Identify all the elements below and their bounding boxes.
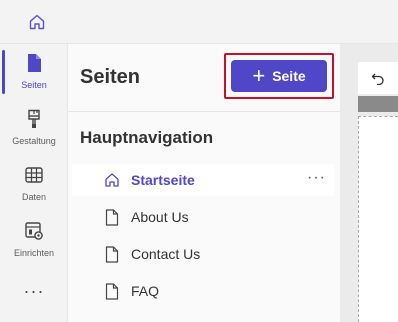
nav-item-label: About Us [131,209,189,225]
pages-panel: Seiten + Seite Hauptnavigation Startseit… [68,44,340,322]
home-button[interactable] [26,11,48,33]
nav-item-contact-us[interactable]: Contact Us [72,238,334,270]
rail-item-einrichten[interactable]: Einrichten [0,212,68,268]
home-icon [104,171,120,189]
rail-item-label: Daten [21,192,47,202]
active-indicator [2,50,5,94]
plus-icon: + [252,63,266,88]
undo-icon [371,73,384,85]
nav-item-label: Contact Us [131,246,201,262]
home-icon [29,14,45,30]
table-icon [23,164,45,186]
nav-item-startseite[interactable]: Startseite ··· [72,164,334,196]
page-icon [104,208,120,226]
add-page-button[interactable]: + Seite [231,60,327,92]
panel-title: Seiten [80,66,141,88]
paintbrush-icon [23,108,45,130]
nav-item-faq[interactable]: FAQ [72,275,334,307]
divider [68,111,340,112]
section-title: Hauptnavigation [80,128,214,147]
more-icon[interactable]: ··· [307,169,326,187]
left-rail: Seiten Gestaltung Daten Einrichten ··· [0,44,68,322]
top-bar [0,0,398,44]
rail-item-label: Einrichten [13,248,55,258]
rail-item-seiten[interactable]: Seiten [0,44,68,100]
settings-window-icon [23,220,45,242]
rail-item-daten[interactable]: Daten [0,156,68,212]
page-icon [104,282,120,300]
page-canvas[interactable] [358,116,398,322]
page-icon [104,245,120,263]
rail-item-gestaltung[interactable]: Gestaltung [0,100,68,156]
rail-item-label: Seiten [21,80,47,90]
add-page-label: Seite [272,68,306,84]
nav-item-label: FAQ [131,283,160,299]
nav-item-label: Startseite [131,172,195,188]
canvas-area [340,44,398,322]
more-options-button[interactable]: ··· [0,282,68,306]
undo-button[interactable] [358,62,398,94]
page-icon [23,52,45,74]
nav-item-about-us[interactable]: About Us [72,201,334,233]
rail-item-label: Gestaltung [12,136,56,146]
page-header-strip [358,96,398,112]
